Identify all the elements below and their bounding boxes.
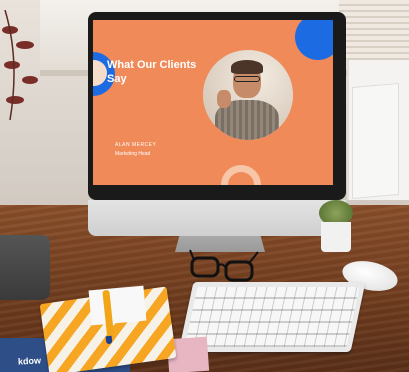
person-name: ALAN MERCEY — [115, 142, 157, 148]
white-paper — [88, 285, 147, 326]
person-role: Marketing Head — [115, 151, 151, 157]
window-blinds — [339, 0, 409, 60]
plant-pot — [321, 222, 351, 252]
person-glasses — [234, 76, 260, 82]
person-hair — [231, 60, 263, 74]
monitor-screen: What Our Clients Say ALAN MERCEY Marketi… — [93, 20, 333, 185]
file-holder — [352, 82, 399, 200]
person-hand — [217, 90, 231, 108]
ring-decoration — [221, 165, 261, 185]
slide-title: What Our Clients Say — [107, 59, 197, 85]
lamp-base — [0, 235, 50, 300]
desk-scene-photo: What Our Clients Say ALAN MERCEY Marketi… — [0, 0, 409, 372]
hanging-plant — [2, 10, 38, 120]
book-title-text: kdow — [17, 355, 42, 367]
monitor-chin — [88, 200, 346, 236]
testimonial-photo — [203, 50, 293, 140]
blue-circle-decoration — [295, 20, 333, 60]
pen-tip — [105, 335, 113, 345]
keyboard-keys — [184, 287, 360, 347]
